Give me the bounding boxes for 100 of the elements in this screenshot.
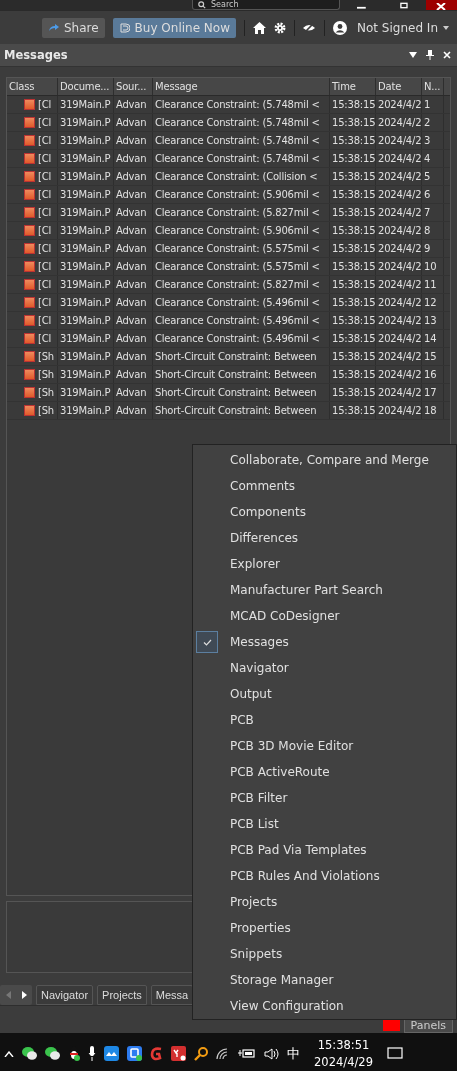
column-header[interactable]: Date: [376, 78, 422, 95]
table-cell: Clearance Constraint: (5.748mil <: [153, 96, 330, 113]
menu-item[interactable]: Differences: [193, 525, 456, 551]
table-cell: 2024/4/2: [376, 348, 422, 365]
table-cell: 11: [422, 276, 444, 293]
table-cell: 319Main.P: [58, 114, 114, 131]
table-cell: 9: [422, 240, 444, 257]
table-cell: Short-Circuit Constraint: Between: [153, 348, 330, 365]
table-cell: Advan: [114, 204, 153, 221]
notification-icon[interactable]: [386, 1046, 403, 1061]
menu-item[interactable]: Manufacturer Part Search: [193, 577, 456, 603]
share-button[interactable]: Share: [41, 17, 105, 38]
app-icon[interactable]: [150, 1046, 163, 1061]
table-cell: 5: [422, 168, 444, 185]
pin-icon[interactable]: [426, 50, 434, 60]
menu-item[interactable]: Snippets: [193, 941, 456, 967]
app-icon[interactable]: [171, 1046, 186, 1061]
column-header[interactable]: Time: [330, 78, 376, 95]
settings-icon[interactable]: [274, 21, 286, 34]
wifi-icon[interactable]: [216, 1047, 230, 1060]
table-cell: 15:38:15: [330, 186, 376, 203]
menu-item[interactable]: Projects: [193, 889, 456, 915]
menu-item[interactable]: Messages: [193, 629, 456, 655]
violation-icon: [24, 333, 35, 344]
column-header[interactable]: Class: [7, 78, 58, 95]
table-cell: 319Main.P: [58, 312, 114, 329]
table-cell: [Sh: [38, 351, 54, 362]
table-cell: 15:38:15: [330, 168, 376, 185]
app-icon[interactable]: [104, 1046, 119, 1061]
table-cell: [Cl: [38, 297, 52, 308]
table-cell: 2024/4/2: [376, 222, 422, 239]
table-cell: 2024/4/2: [376, 258, 422, 275]
table-cell: [Cl: [38, 333, 52, 344]
panel-tab[interactable]: Messa: [150, 985, 194, 1005]
panel-title: Messages: [4, 48, 69, 62]
column-header[interactable]: Docume...: [58, 78, 114, 95]
table-cell: [Sh: [38, 405, 54, 416]
table-cell: 319Main.P: [58, 294, 114, 311]
table-cell: 319Main.P: [58, 204, 114, 221]
menu-item[interactable]: PCB Rules And Violations: [193, 863, 456, 889]
search-field[interactable]: Search: [192, 0, 340, 10]
table-cell: Advan: [114, 96, 153, 113]
menu-item[interactable]: PCB Pad Via Templates: [193, 837, 456, 863]
menu-item[interactable]: Collaborate, Compare and Merge: [193, 447, 456, 473]
menu-item[interactable]: PCB List: [193, 811, 456, 837]
chevron-up-icon[interactable]: [4, 1050, 14, 1057]
table-cell: 17: [422, 384, 444, 401]
column-header[interactable]: Message: [153, 78, 330, 95]
menu-item[interactable]: Output: [193, 681, 456, 707]
table-cell: 319Main.P: [58, 330, 114, 347]
menu-item[interactable]: PCB 3D Movie Editor: [193, 733, 456, 759]
table-cell: 15:38:15: [330, 96, 376, 113]
column-header[interactable]: Sour...: [114, 78, 153, 95]
user-icon[interactable]: [333, 20, 347, 35]
menu-item[interactable]: PCB Filter: [193, 785, 456, 811]
table-cell: [Cl: [38, 207, 52, 218]
close-icon[interactable]: [443, 51, 451, 59]
tab-scroll-buttons[interactable]: [0, 985, 32, 1005]
eye-slash-icon[interactable]: [303, 22, 316, 33]
menu-item[interactable]: Components: [193, 499, 456, 525]
menu-item[interactable]: PCB ActiveRoute: [193, 759, 456, 785]
input-method-indicator[interactable]: 中: [287, 1044, 300, 1063]
chat-bubbles-icon[interactable]: [22, 1047, 37, 1060]
chat-bubbles-icon[interactable]: [45, 1047, 60, 1060]
menu-item[interactable]: Comments: [193, 473, 456, 499]
violation-icon: [24, 153, 35, 164]
panel-tab[interactable]: Projects: [97, 985, 147, 1005]
table-cell: 15:38:15: [330, 150, 376, 167]
panel-tab[interactable]: Navigator: [36, 985, 94, 1005]
magnifier-icon[interactable]: [194, 1046, 208, 1061]
account-dropdown[interactable]: Not Signed In: [355, 17, 451, 38]
table-cell: [Sh: [38, 387, 54, 398]
home-icon[interactable]: [253, 21, 266, 34]
table-cell: 2024/4/2: [376, 384, 422, 401]
violation-icon: [24, 315, 35, 326]
violation-icon: [24, 171, 35, 182]
column-header[interactable]: N...: [422, 78, 444, 95]
battery-plug-icon[interactable]: [238, 1048, 256, 1059]
table-cell: 2024/4/2: [376, 330, 422, 347]
menu-item[interactable]: Navigator: [193, 655, 456, 681]
table-cell: 12: [422, 294, 444, 311]
table-cell: 15:38:15: [330, 114, 376, 131]
speaker-icon[interactable]: [264, 1047, 279, 1060]
table-cell: 15:38:15: [330, 258, 376, 275]
menu-item[interactable]: Properties: [193, 915, 456, 941]
menu-item[interactable]: View Configuration: [193, 993, 456, 1019]
violation-icon: [24, 99, 35, 110]
table-cell: 319Main.P: [58, 258, 114, 275]
app-icon[interactable]: [127, 1046, 142, 1061]
menu-item[interactable]: Explorer: [193, 551, 456, 577]
violation-icon: [24, 207, 35, 218]
menu-item[interactable]: PCB: [193, 707, 456, 733]
restore-icon[interactable]: [399, 2, 409, 9]
microphone-icon[interactable]: [88, 1046, 96, 1061]
menu-item[interactable]: Storage Manager: [193, 967, 456, 993]
close-icon: [436, 3, 447, 10]
menu-item[interactable]: MCAD CoDesigner: [193, 603, 456, 629]
dropdown-icon[interactable]: [409, 52, 417, 58]
table-cell: 2024/4/2: [376, 276, 422, 293]
table-cell: 14: [422, 330, 444, 347]
